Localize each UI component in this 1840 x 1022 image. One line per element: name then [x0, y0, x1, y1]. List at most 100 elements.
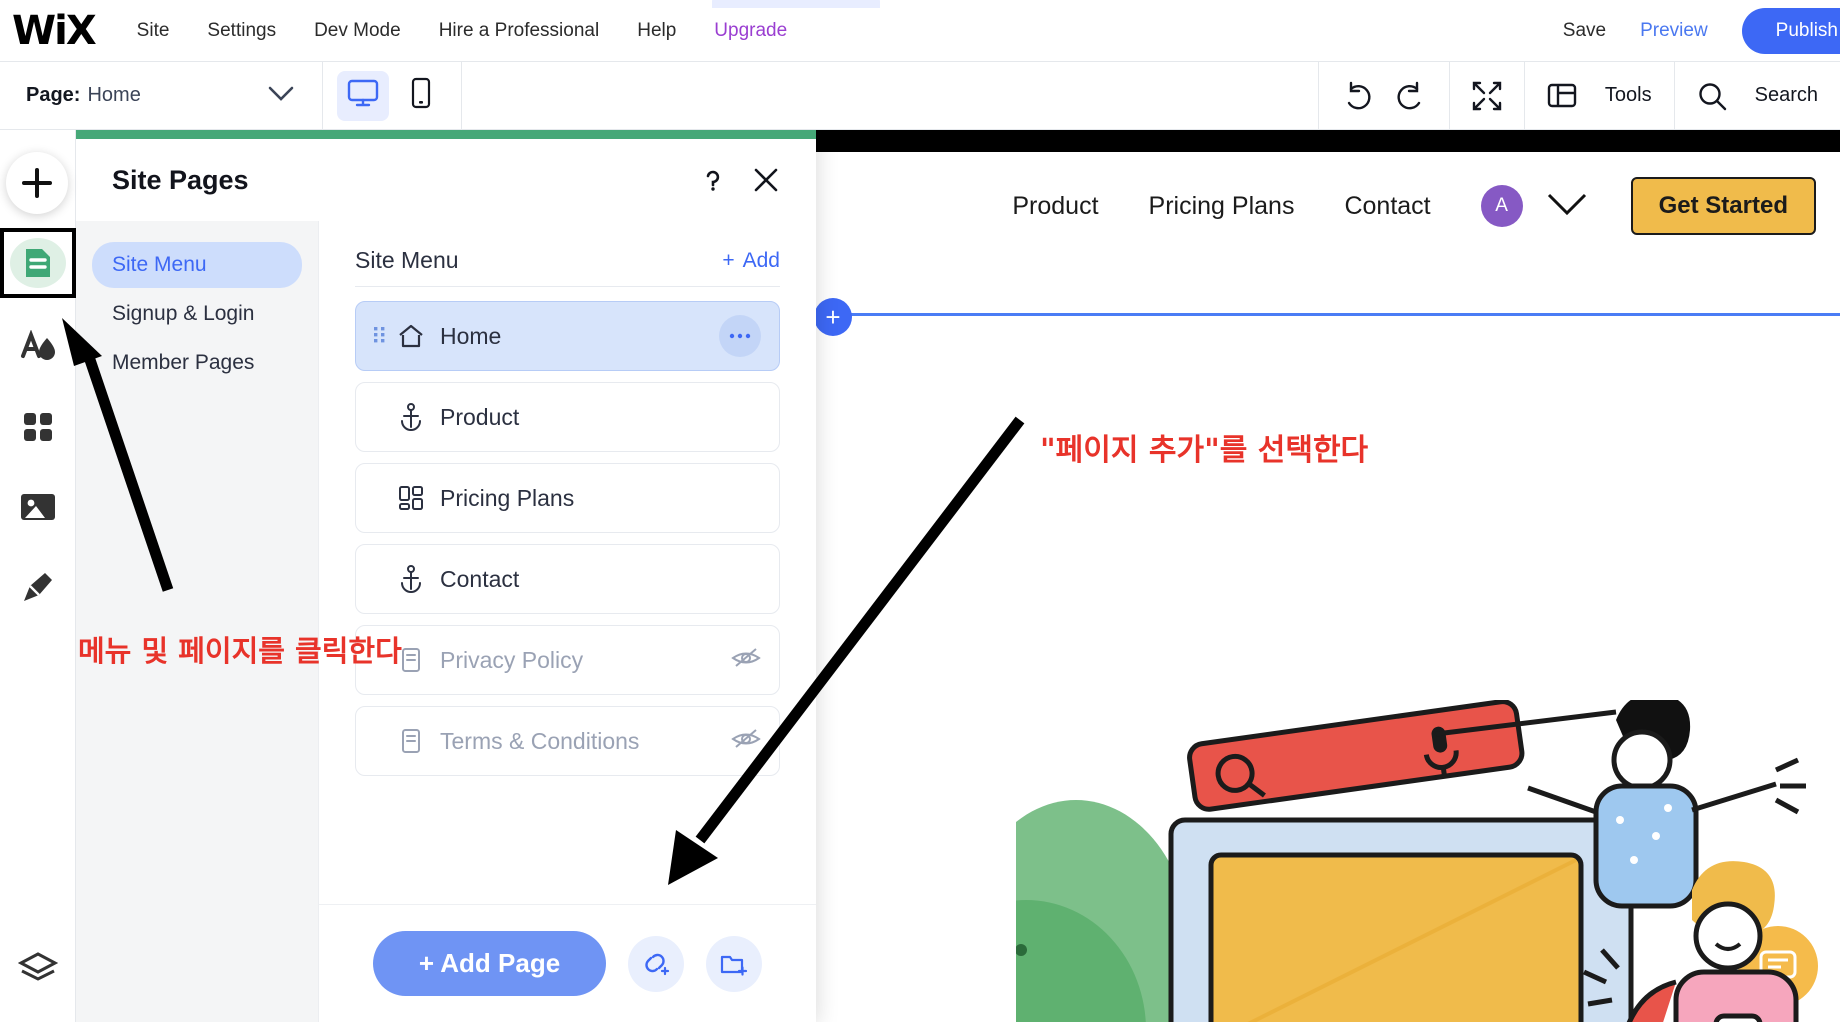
- chevron-down-icon: [266, 83, 296, 108]
- page-selector-value: Home: [87, 84, 140, 107]
- anchor-icon: [394, 403, 428, 431]
- add-page-button[interactable]: + Add Page: [373, 931, 606, 996]
- panel-side-nav: Site Menu Signup & Login Member Pages: [76, 221, 318, 1022]
- add-link-icon[interactable]: [628, 936, 684, 992]
- left-rail: [0, 130, 76, 1022]
- pricing-grid-icon: [394, 485, 428, 511]
- image-icon: [20, 492, 56, 527]
- pages-icon: [10, 238, 66, 288]
- preview-button[interactable]: Preview: [1640, 20, 1708, 42]
- top-menu-bar: WiX Site Settings Dev Mode Hire a Profes…: [0, 0, 1840, 62]
- chevron-down-icon[interactable]: [1545, 189, 1589, 224]
- history-group: [1318, 62, 1449, 130]
- get-started-button[interactable]: Get Started: [1631, 177, 1816, 235]
- pages-list: Home: [319, 287, 816, 904]
- layers-icon: [18, 951, 58, 990]
- wix-logo[interactable]: WiX: [12, 11, 95, 51]
- panel-tab-member-pages[interactable]: Member Pages: [92, 340, 302, 386]
- rail-item-apps[interactable]: [0, 398, 76, 460]
- annotation-step-1: 메뉴 및 페이지를 클릭한다: [78, 628, 402, 670]
- zoom-out-icon[interactable]: [1472, 81, 1502, 111]
- anchor-icon: [394, 565, 428, 593]
- add-section-button[interactable]: +: [814, 298, 852, 336]
- add-element-button[interactable]: [6, 152, 68, 214]
- table-row[interactable]: Contact: [355, 544, 780, 614]
- panel-tab-site-menu[interactable]: Site Menu: [92, 242, 302, 288]
- mobile-view-button[interactable]: [395, 71, 447, 121]
- site-nav-contact[interactable]: Contact: [1344, 192, 1430, 221]
- row-more-button[interactable]: [719, 315, 761, 357]
- table-row[interactable]: Pricing Plans: [355, 463, 780, 533]
- list-title: Site Menu: [355, 247, 459, 274]
- page-label: Home: [440, 323, 501, 350]
- menu-help[interactable]: Help: [637, 20, 676, 42]
- help-icon[interactable]: [700, 167, 726, 193]
- search-icon: [1697, 81, 1727, 111]
- site-preview-header: Product Pricing Plans Contact A Get Star…: [812, 152, 1840, 260]
- apps-grid-icon: [22, 411, 54, 448]
- page-title: Site Pages: [112, 165, 249, 196]
- table-row[interactable]: Product: [355, 382, 780, 452]
- section-divider-line: [828, 313, 1840, 316]
- tools-group[interactable]: Tools: [1524, 62, 1674, 130]
- hidden-eye-icon[interactable]: [731, 646, 761, 675]
- publish-button[interactable]: Publish: [1742, 8, 1840, 54]
- canvas-top-strip: [812, 130, 1840, 152]
- search-group[interactable]: Search: [1674, 62, 1840, 130]
- close-icon[interactable]: [752, 166, 780, 194]
- zoom-group: [1449, 62, 1524, 130]
- editor-toolbar: Page: Home: [0, 62, 1840, 130]
- page-label: Privacy Policy: [440, 647, 583, 674]
- menu-site[interactable]: Site: [137, 20, 170, 42]
- menu-settings[interactable]: Settings: [207, 20, 276, 42]
- annotation-step-2: "페이지 추가"를 선택한다: [1040, 425, 1368, 469]
- rail-item-layers[interactable]: [0, 940, 76, 1000]
- menu-dev-mode[interactable]: Dev Mode: [314, 20, 401, 42]
- hidden-eye-icon[interactable]: [731, 727, 761, 756]
- mobile-icon: [410, 77, 432, 114]
- rail-item-pages[interactable]: [0, 228, 76, 298]
- drag-handle-icon[interactable]: [374, 327, 390, 345]
- rail-item-media[interactable]: [0, 478, 76, 540]
- view-mode-switch: [323, 71, 461, 121]
- page-label: Pricing Plans: [440, 485, 574, 512]
- page-selector-label: Page:: [26, 84, 80, 107]
- undo-icon[interactable]: [1341, 81, 1375, 111]
- table-row[interactable]: Home: [355, 301, 780, 371]
- page-label: Product: [440, 404, 519, 431]
- document-icon: [394, 728, 428, 754]
- add-menu-item-button[interactable]: + Add: [722, 249, 780, 273]
- desktop-view-button[interactable]: [337, 71, 389, 121]
- panel-tab-signup-login[interactable]: Signup & Login: [92, 291, 302, 337]
- table-row[interactable]: Terms & Conditions: [355, 706, 780, 776]
- plus-icon: +: [722, 249, 734, 273]
- home-icon: [394, 323, 428, 349]
- menu-upgrade[interactable]: Upgrade: [714, 20, 787, 42]
- hero-illustration: [1016, 700, 1840, 1022]
- browser-tab-nub: [712, 0, 880, 8]
- site-nav-pricing-plans[interactable]: Pricing Plans: [1149, 192, 1295, 221]
- site-pages-panel: Site Pages Site Menu Signup & Log: [76, 130, 816, 1022]
- avatar[interactable]: A: [1481, 185, 1523, 227]
- search-label: Search: [1755, 84, 1818, 107]
- rail-item-draw[interactable]: [0, 558, 76, 620]
- theme-icon: [19, 330, 57, 369]
- add-label: Add: [743, 249, 780, 273]
- tools-label: Tools: [1605, 84, 1652, 107]
- page-label: Contact: [440, 566, 519, 593]
- table-row[interactable]: Privacy Policy: [355, 625, 780, 695]
- panel-footer: + Add Page: [319, 904, 816, 1022]
- divider: [461, 62, 462, 130]
- panel-main: Site Menu + Add: [318, 221, 816, 1022]
- menu-hire-a-professional[interactable]: Hire a Professional: [439, 20, 600, 42]
- add-folder-icon[interactable]: [706, 936, 762, 992]
- page-selector[interactable]: Page: Home: [0, 62, 322, 130]
- rail-item-theme[interactable]: [0, 318, 76, 380]
- tools-icon: [1547, 82, 1577, 110]
- desktop-icon: [347, 78, 379, 113]
- save-button[interactable]: Save: [1563, 20, 1606, 42]
- panel-accent-bar: [76, 130, 816, 139]
- page-label: Terms & Conditions: [440, 728, 639, 755]
- site-nav-product[interactable]: Product: [1012, 192, 1098, 221]
- redo-icon[interactable]: [1393, 81, 1427, 111]
